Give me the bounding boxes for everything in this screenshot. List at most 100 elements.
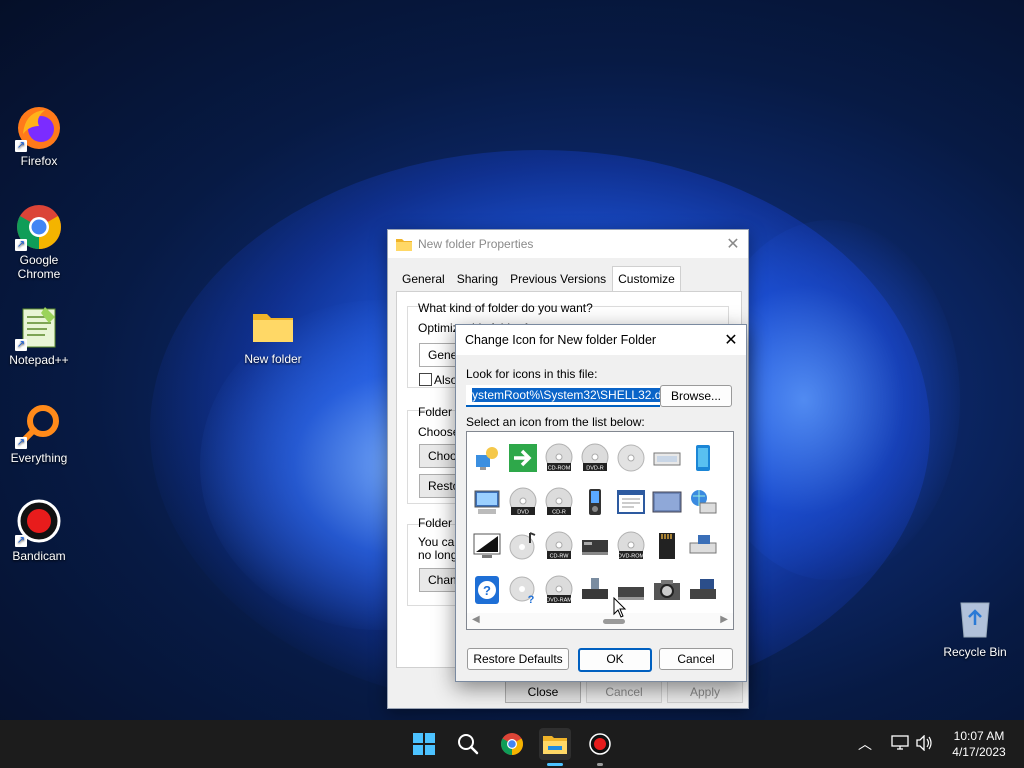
- partial-icon[interactable]: [721, 568, 733, 612]
- desktop-icon-label: Notepad++: [9, 353, 69, 367]
- partial-icon[interactable]: [721, 436, 733, 480]
- browse-button[interactable]: Browse...: [660, 385, 732, 407]
- close-icon[interactable]: ✕: [718, 234, 748, 254]
- close-icon[interactable]: ✕: [716, 330, 746, 350]
- computer-icon[interactable]: [469, 480, 505, 524]
- help-icon[interactable]: ?: [469, 568, 505, 612]
- shortcut-arrow-icon: ↗: [15, 239, 27, 251]
- search-button[interactable]: [452, 728, 484, 760]
- monitor-icon[interactable]: [469, 524, 505, 568]
- music-disc-icon[interactable]: [505, 524, 541, 568]
- recycle-bin-icon: [951, 595, 999, 643]
- removable-drive-icon[interactable]: [685, 524, 721, 568]
- network-globe-icon[interactable]: [685, 480, 721, 524]
- show-hidden-icons-icon[interactable]: ︿: [858, 734, 872, 754]
- desktop-icon-notepadpp[interactable]: ↗ Notepad++: [1, 303, 77, 367]
- notepad-plus-plus-icon: ↗: [15, 303, 63, 351]
- clock-date[interactable]: 4/17/2023: [946, 745, 1012, 759]
- taskbar-file-explorer[interactable]: [539, 728, 571, 766]
- floppy-drive-icon[interactable]: [685, 568, 721, 612]
- folder-icon: [249, 302, 297, 350]
- svg-text:?: ?: [483, 583, 491, 598]
- svg-text:CD-R: CD-R: [552, 510, 566, 516]
- svg-text:CD-RW: CD-RW: [550, 554, 570, 560]
- apply-button[interactable]: Apply: [667, 681, 743, 703]
- horizontal-scrollbar[interactable]: ◀ ▶: [467, 613, 733, 629]
- active-indicator: [547, 763, 563, 766]
- record-icon: ↗: [15, 499, 63, 547]
- volume-icon[interactable]: [915, 735, 933, 751]
- cd-r-icon[interactable]: CD-R: [541, 480, 577, 524]
- folder-icon: [396, 239, 412, 251]
- restore-defaults-button[interactable]: Restore Defaults: [467, 648, 569, 670]
- dvd-rom-icon[interactable]: DVD-ROM: [613, 524, 649, 568]
- close-button[interactable]: Close: [505, 681, 581, 703]
- icon-file-path-input[interactable]: ystemRoot%\System32\SHELL32.dll: [466, 385, 660, 407]
- cd-rom-icon[interactable]: CD-ROM: [541, 436, 577, 480]
- start-button[interactable]: [408, 728, 440, 760]
- desktop-icon-label: Google Chrome: [17, 253, 61, 281]
- search-icon: [458, 734, 479, 755]
- dialog-titlebar[interactable]: Change Icon for New folder Folder ✕: [456, 325, 746, 355]
- desktop-icon-everything[interactable]: ↗ Everything: [1, 401, 77, 465]
- svg-text:DVD: DVD: [517, 510, 529, 516]
- user-help-icon[interactable]: [469, 436, 505, 480]
- camera-icon[interactable]: [649, 568, 685, 612]
- tab-general[interactable]: General: [396, 266, 451, 292]
- scroll-right-icon[interactable]: ▶: [720, 614, 728, 625]
- windows-logo-icon: [413, 733, 435, 755]
- disc-question-icon[interactable]: ?: [505, 568, 541, 612]
- desktop-icon-firefox[interactable]: ↗ Firefox: [1, 104, 77, 168]
- svg-text:DVD-RAM: DVD-RAM: [546, 598, 572, 604]
- desktop-icon-bandicam[interactable]: ↗ Bandicam: [1, 499, 77, 563]
- clock-time[interactable]: 10:07 AM: [946, 729, 1012, 743]
- scroll-left-icon[interactable]: ◀: [472, 614, 480, 625]
- dvd-r-icon[interactable]: DVD-R: [577, 436, 613, 480]
- desktop-icon-recycle-bin[interactable]: Recycle Bin: [937, 595, 1013, 659]
- dvd-drive-icon[interactable]: DVD: [505, 480, 541, 524]
- taskbar-bandicam[interactable]: [584, 728, 616, 766]
- drive-lock-icon[interactable]: [577, 568, 613, 612]
- network-icon[interactable]: [891, 735, 909, 751]
- blank-disc-icon[interactable]: [613, 436, 649, 480]
- drive-icon[interactable]: [577, 524, 613, 568]
- dialog-title: Change Icon for New folder Folder: [465, 333, 657, 347]
- running-indicator: [597, 763, 603, 766]
- desktop-icon-chrome[interactable]: ↗ Google Chrome: [1, 203, 77, 281]
- cancel-button[interactable]: Cancel: [586, 681, 662, 703]
- network-device-icon[interactable]: [649, 436, 685, 480]
- shortcut-arrow-icon: ↗: [15, 339, 27, 351]
- green-arrow-icon[interactable]: [505, 436, 541, 480]
- shortcut-arrow-icon: ↗: [15, 535, 27, 547]
- chrome-icon: [501, 733, 523, 755]
- display-icon[interactable]: [649, 480, 685, 524]
- shortcut-arrow-icon: ↗: [15, 140, 27, 152]
- properties-titlebar[interactable]: New folder Properties ✕: [388, 230, 748, 258]
- dvd-ram-icon[interactable]: DVD-RAM: [541, 568, 577, 612]
- magnifier-icon: ↗: [15, 401, 63, 449]
- svg-text:DVD-R: DVD-R: [586, 466, 603, 472]
- tab-customize[interactable]: Customize: [612, 266, 681, 292]
- folder-type-question: What kind of folder do you want?: [418, 301, 593, 315]
- properties-tabs: General Sharing Previous Versions Custom…: [396, 266, 681, 292]
- tab-sharing[interactable]: Sharing: [450, 266, 505, 292]
- partial-icon[interactable]: [721, 524, 733, 568]
- ok-button[interactable]: OK: [578, 648, 652, 672]
- chrome-icon: ↗: [15, 203, 63, 251]
- document-window-icon[interactable]: [613, 480, 649, 524]
- partial-icon[interactable]: [721, 480, 733, 524]
- media-player-icon[interactable]: [577, 480, 613, 524]
- tab-previous-versions[interactable]: Previous Versions: [504, 266, 613, 292]
- desktop-icon-new-folder[interactable]: New folder: [235, 302, 311, 366]
- memory-card-icon[interactable]: [649, 524, 685, 568]
- taskbar-chrome[interactable]: [496, 728, 528, 760]
- desktop-icon-label: New folder: [244, 352, 302, 366]
- cancel-button[interactable]: Cancel: [659, 648, 733, 670]
- phone-icon[interactable]: [685, 436, 721, 480]
- cd-rw-icon[interactable]: CD-RW: [541, 524, 577, 568]
- scrollbar-thumb[interactable]: [603, 619, 625, 624]
- icon-list[interactable]: CD-ROM DVD-R DVD CD-R CD-RW DVD-ROM?? DVD-RAM …: [466, 431, 734, 630]
- also-checkbox[interactable]: [419, 373, 432, 386]
- change-icon-dialog: Change Icon for New folder Folder ✕ Look…: [455, 324, 747, 682]
- properties-title: New folder Properties: [418, 237, 534, 251]
